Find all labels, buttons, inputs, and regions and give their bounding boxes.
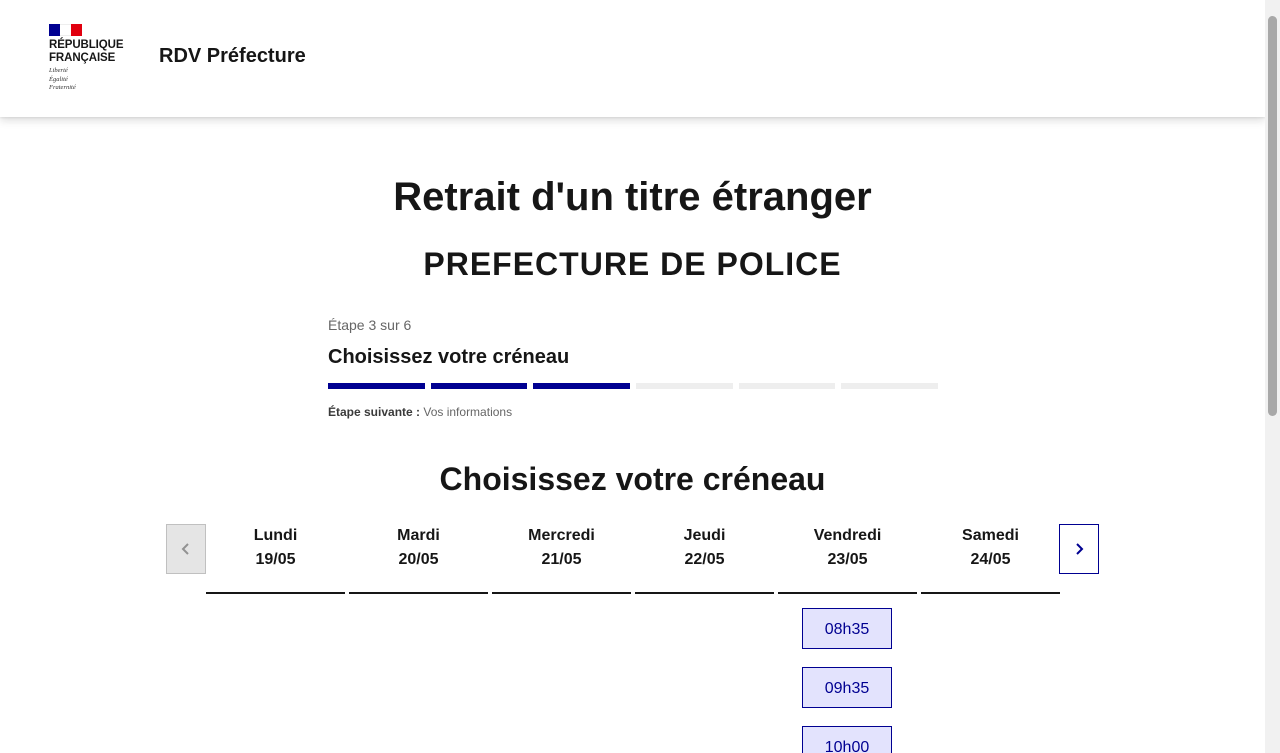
scrollbar[interactable] — [1265, 0, 1280, 753]
time-slot-button[interactable]: 10h00 — [802, 726, 892, 753]
step-next-label: Étape suivante : — [328, 405, 421, 419]
day-name: Samedi — [962, 527, 1019, 544]
step-next-value: Vos informations — [420, 405, 513, 419]
stepper: Étape 3 sur 6 Choisissez votre créneau É… — [328, 316, 939, 420]
french-flag-icon — [49, 24, 82, 36]
scrollbar-thumb[interactable] — [1268, 16, 1277, 416]
step-bar-5 — [738, 383, 836, 389]
previous-week-button[interactable] — [166, 524, 206, 574]
step-bar-4 — [636, 383, 733, 389]
step-bar-1 — [328, 383, 425, 389]
day-date: 19/05 — [255, 551, 296, 568]
day-date: 21/05 — [541, 551, 582, 568]
chevron-left-icon — [181, 543, 189, 555]
step-state: Étape 3 sur 6 — [328, 317, 412, 333]
time-slot-button[interactable]: 09h35 — [802, 667, 892, 708]
day-column-vendredi: Vendredi 23/05 — [778, 524, 917, 594]
service-title[interactable]: RDV Préfecture — [159, 45, 306, 68]
day-column-lundi: Lundi 19/05 — [206, 524, 345, 594]
organization-title: PREFECTURE DE POLICE — [423, 246, 842, 282]
section-title: Choisissez votre créneau — [439, 461, 826, 497]
page-title: Retrait d'un titre étranger — [393, 175, 872, 219]
day-column-mardi: Mardi 20/05 — [349, 524, 488, 594]
day-name: Mercredi — [528, 527, 595, 544]
next-week-button[interactable] — [1059, 524, 1099, 574]
step-bar-6 — [841, 383, 939, 389]
logo-motto: Liberté Égalité Fraternité — [49, 67, 76, 91]
calendar-days: Lundi 19/05 Mardi 20/05 Mercredi 21/05 Jeudi 22… — [206, 524, 1060, 594]
day-column-jeudi: Jeudi 22/05 — [635, 524, 774, 594]
day-date: 24/05 — [970, 551, 1011, 568]
page: RÉPUBLIQUE FRANÇAISE Liberté Égalité Fra… — [0, 0, 1265, 753]
day-date: 22/05 — [684, 551, 725, 568]
day-column-mercredi: Mercredi 21/05 — [492, 524, 631, 594]
time-slot-button[interactable]: 08h35 — [802, 608, 892, 649]
site-header: RÉPUBLIQUE FRANÇAISE Liberté Égalité Fra… — [0, 0, 1265, 117]
logo-title: RÉPUBLIQUE FRANÇAISE — [49, 39, 124, 64]
day-name: Mardi — [397, 527, 440, 544]
step-progress-bars — [328, 383, 939, 389]
day-name: Vendredi — [813, 527, 882, 544]
day-date: 20/05 — [398, 551, 439, 568]
day-date: 23/05 — [827, 551, 868, 568]
day-name: Lundi — [253, 527, 298, 544]
chevron-right-icon — [1076, 543, 1084, 555]
time-slots-vendredi: 08h35 09h35 10h00 — [802, 608, 892, 753]
step-bar-3 — [533, 383, 631, 389]
republique-francaise-logo[interactable]: RÉPUBLIQUE FRANÇAISE Liberté Égalité Fra… — [49, 24, 129, 94]
day-column-samedi: Samedi 24/05 — [921, 524, 1060, 594]
step-bar-2 — [430, 383, 528, 389]
step-current-title: Choisissez votre créneau — [328, 346, 570, 368]
step-next: Étape suivante : Vos informations — [328, 404, 938, 420]
day-name: Jeudi — [683, 527, 726, 544]
